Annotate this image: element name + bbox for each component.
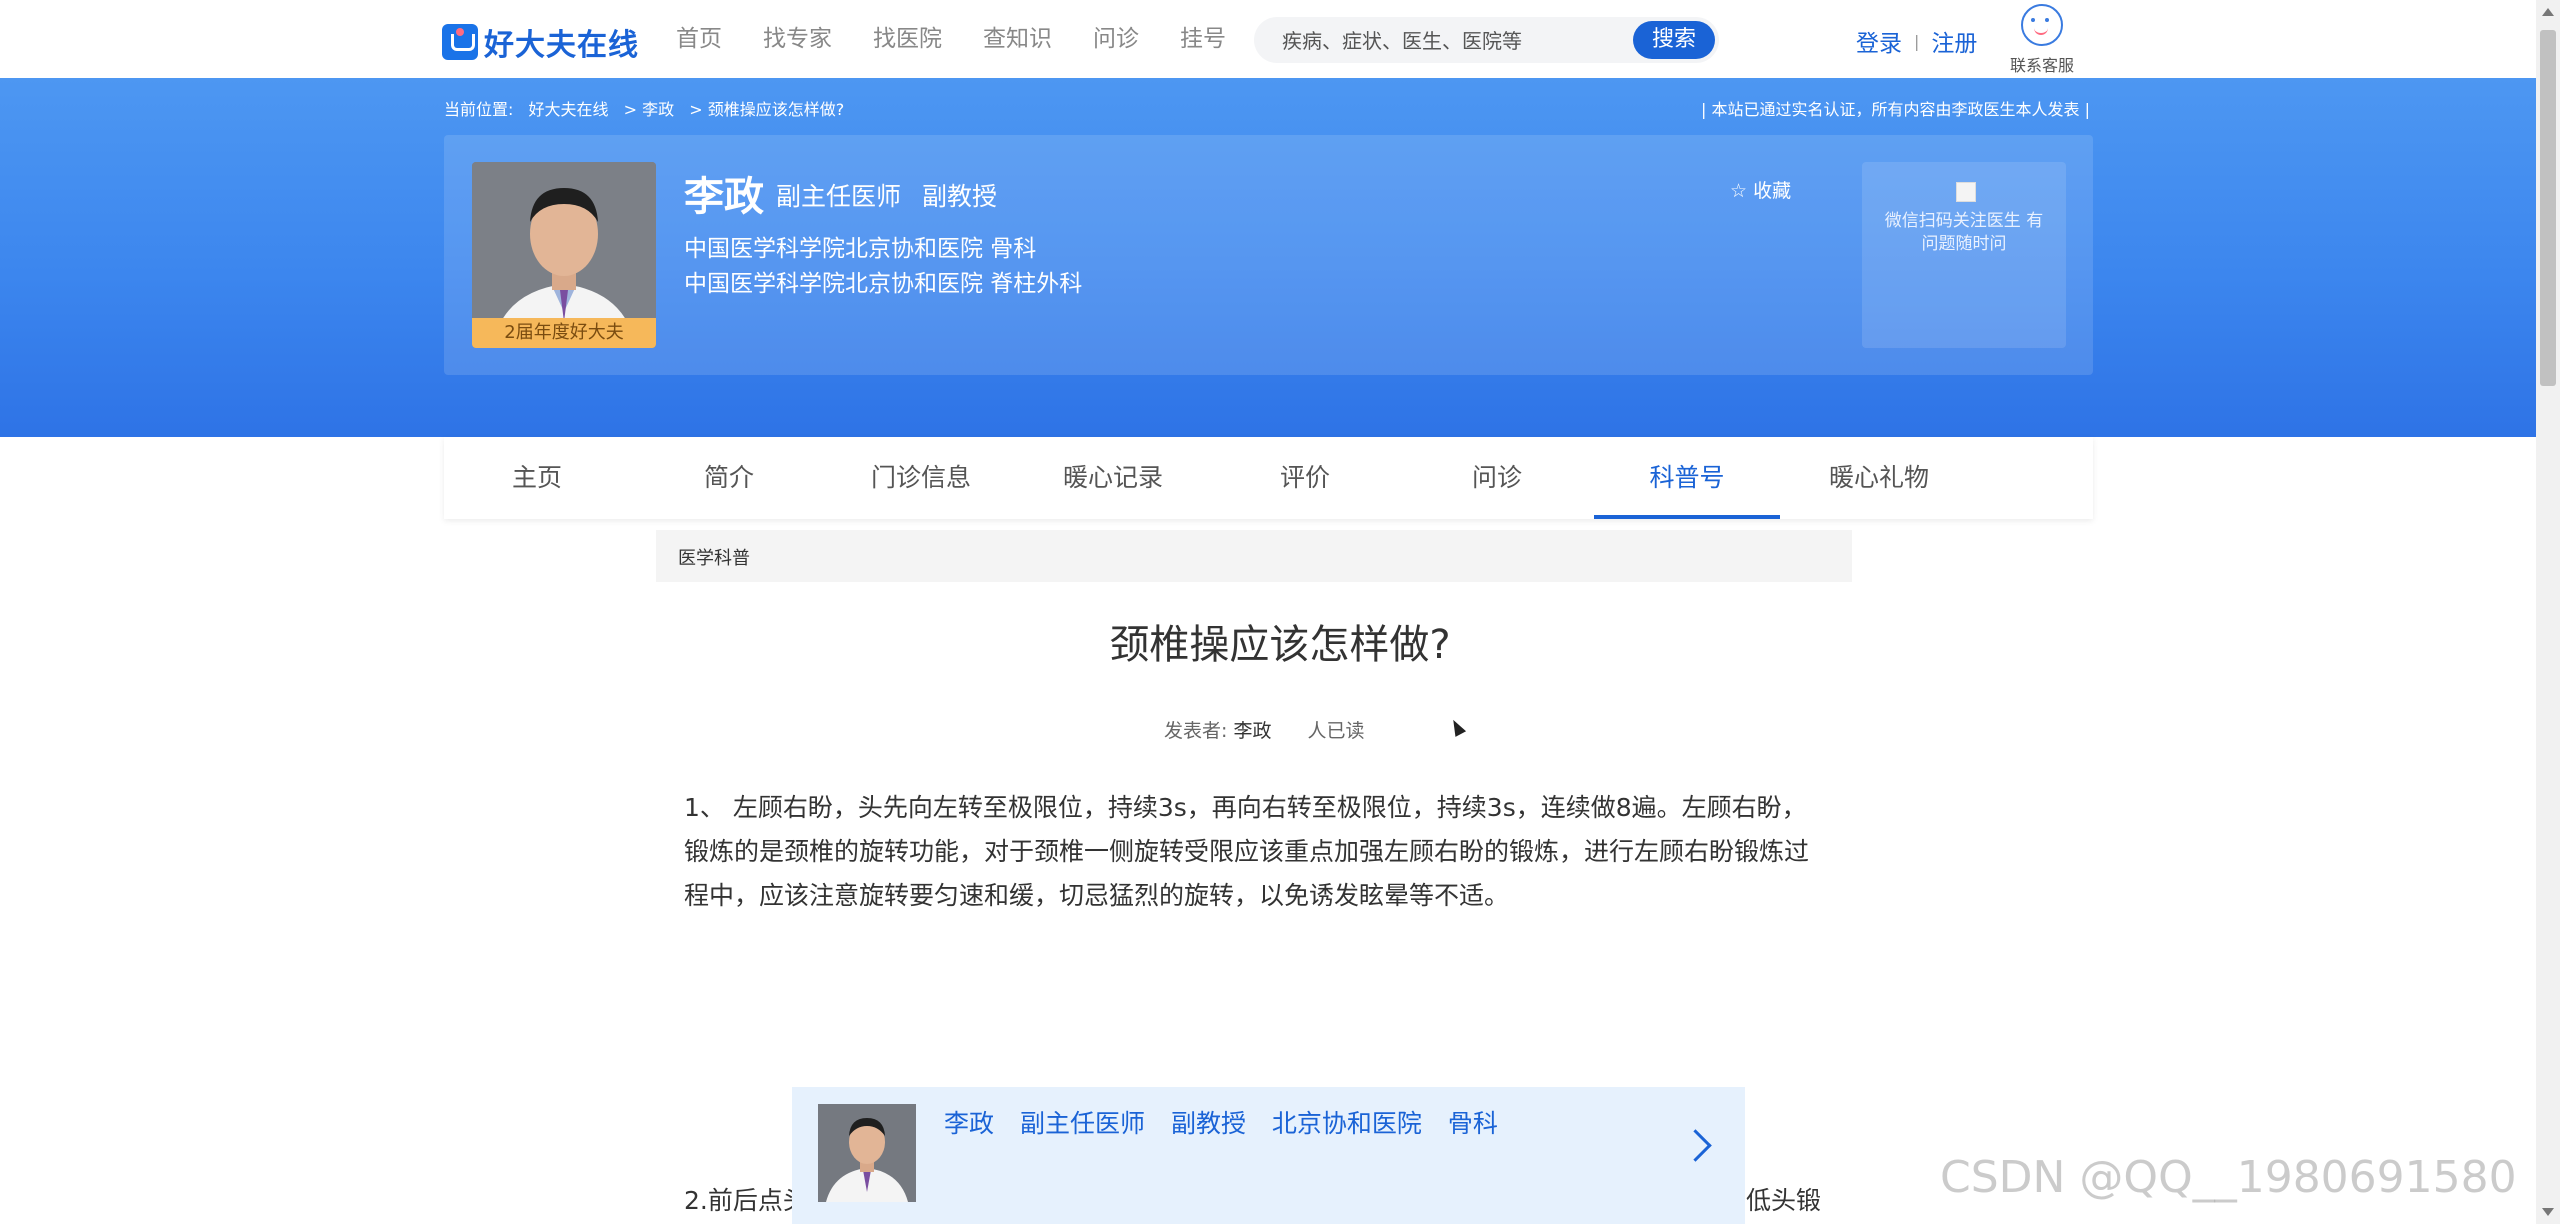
annual-award-badge: 2届年度好大夫 (472, 318, 656, 348)
nav-item-find-hospital[interactable]: 找医院 (873, 22, 942, 56)
doctor-rank: 副教授 (922, 182, 998, 211)
main-nav: 首页 找专家 找医院 查知识 问诊 挂号 (676, 22, 1267, 56)
scrollbar-thumb[interactable] (2540, 30, 2556, 386)
breadcrumb-home[interactable]: 好大夫在线 (529, 100, 609, 119)
scroll-down-arrow-icon[interactable] (2542, 1208, 2554, 1216)
logo-text: 好大夫在线 (484, 28, 639, 63)
breadcrumb-doctor[interactable]: > 李政 (624, 100, 675, 119)
floating-doctor-avatar (818, 1104, 916, 1202)
breadcrumb-label: 当前位置: (444, 100, 514, 119)
nav-item-home[interactable]: 首页 (676, 22, 722, 56)
section-title: 医学科普 (678, 548, 750, 569)
doctor-title: 副主任医师 (776, 182, 902, 211)
tab-intro[interactable]: 简介 (636, 437, 822, 519)
floating-doctor-title: 副主任医师 (1019, 1109, 1145, 1138)
collect-button[interactable]: ☆ 收藏 (1730, 176, 1791, 203)
article-paragraph-2-tail: 低头锻 (1746, 1186, 1822, 1215)
floating-doctor-rank: 副教授 (1170, 1109, 1246, 1138)
floating-doctor-name: 李政 (944, 1109, 995, 1138)
doctor-hospital-spine[interactable]: 中国医学科学院北京协和医院 脊柱外科 (684, 264, 1082, 298)
qr-caption: 微信扫码关注医生 有问题随时问 (1884, 211, 2044, 254)
scroll-up-arrow-icon[interactable] (2542, 8, 2554, 16)
search-button[interactable]: 搜索 (1633, 21, 1715, 59)
tab-home[interactable]: 主页 (444, 437, 630, 519)
breadcrumb-article: > 颈椎操应该怎样做? (689, 100, 845, 119)
author-label: 发表者: (1164, 720, 1228, 742)
logo-icon (442, 24, 478, 60)
login-link[interactable]: 登录 (1856, 24, 1902, 58)
search-input[interactable] (1280, 24, 1614, 58)
article-meta: 发表者: 李政 人已读 (1164, 716, 1365, 743)
auth-separator: | (1914, 31, 1920, 51)
doctor-tabs: 主页 简介 门诊信息 暖心记录 评价 问诊 科普号 暖心礼物 (444, 437, 2093, 519)
register-link[interactable]: 注册 (1931, 24, 1977, 58)
auth-links: 登录 | 注册 (1856, 24, 1977, 58)
search-box: 搜索 (1254, 17, 1719, 63)
section-header: 医学科普 (656, 530, 1852, 582)
tab-consult[interactable]: 问诊 (1404, 437, 1590, 519)
tab-warm-records[interactable]: 暖心记录 (1020, 437, 1206, 519)
nav-item-consult[interactable]: 问诊 (1093, 22, 1139, 56)
article-title: 颈椎操应该怎样做? (1109, 622, 1451, 668)
breadcrumb: 当前位置: 好大夫在线 > 李政 > 颈椎操应该怎样做? (444, 96, 854, 120)
nav-item-find-expert[interactable]: 找专家 (763, 22, 832, 56)
tab-clinic-info[interactable]: 门诊信息 (828, 437, 1014, 519)
tab-reviews[interactable]: 评价 (1212, 437, 1398, 519)
csdn-watermark: CSDN @QQ__1980691580 (1940, 1152, 2517, 1203)
qr-code-image (1956, 182, 1976, 202)
doctor-name: 李政 (684, 174, 764, 220)
read-count: 人已读 (1307, 720, 1365, 742)
article-paragraph-2-start: 2.前后点头 (684, 1186, 808, 1215)
tab-science[interactable]: 科普号 (1594, 437, 1780, 519)
site-logo[interactable]: 好大夫在线 (442, 20, 639, 64)
tab-gifts[interactable]: 暖心礼物 (1786, 437, 1972, 519)
floating-doctor-info: 李政 副主任医师 副教授 北京协和医院 骨科 (944, 1104, 1516, 1140)
top-navbar: 好大夫在线 首页 找专家 找医院 查知识 问诊 挂号 搜索 登录 | 注册 联系… (0, 0, 2536, 78)
author-name[interactable]: 李政 (1233, 720, 1271, 742)
floating-doctor-portrait (818, 1104, 916, 1202)
verification-notice: | 本站已通过实名认证，所有内容由李政医生本人发表 | (1701, 100, 2090, 119)
floating-doctor-hospital: 北京协和医院 (1271, 1109, 1422, 1138)
customer-service-icon (2021, 4, 2063, 46)
article-paragraph-1: 1、 左顾右盼，头先向左转至极限位，持续3s，再向右转至极限位，持续3s，连续做… (684, 793, 1810, 910)
customer-service-label: 联系客服 (2009, 56, 2074, 75)
customer-service[interactable]: 联系客服 (2006, 4, 2078, 76)
mouse-cursor-icon (1447, 717, 1467, 737)
nav-item-register[interactable]: 挂号 (1180, 22, 1226, 56)
doctor-hospital-orthopedics[interactable]: 中国医学科学院北京协和医院 骨科 (684, 229, 1036, 263)
nav-item-knowledge[interactable]: 查知识 (983, 22, 1052, 56)
floating-doctor-dept: 骨科 (1447, 1109, 1498, 1138)
